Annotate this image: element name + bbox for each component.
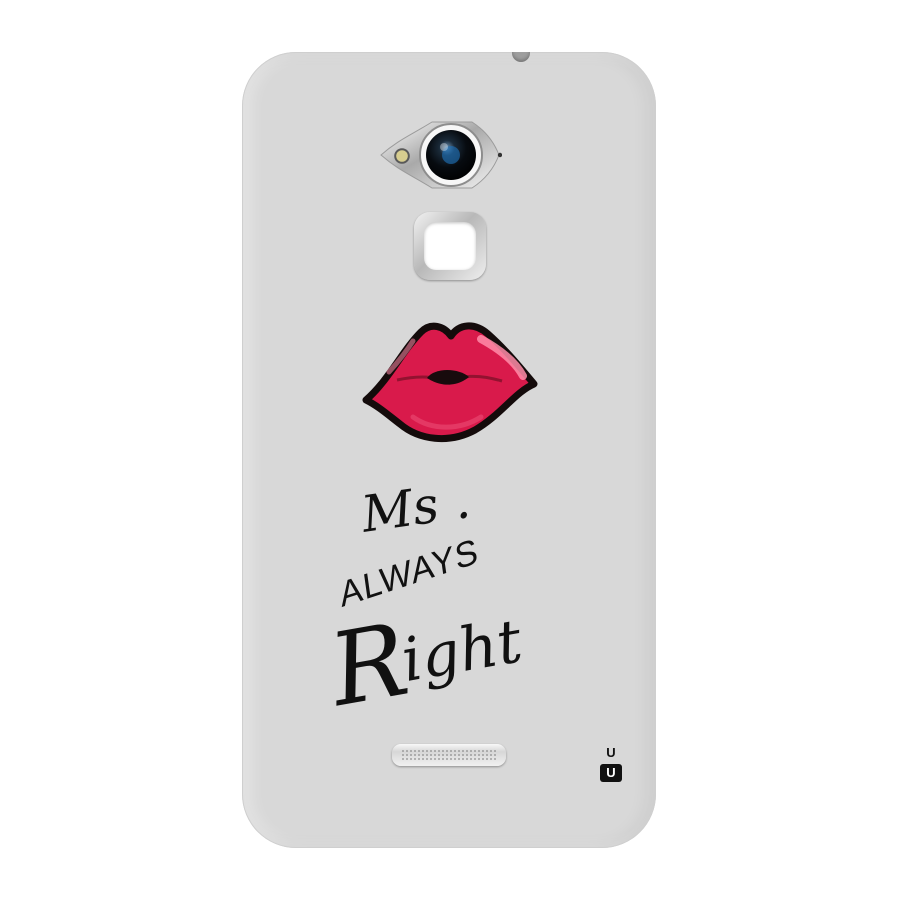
brand-logo-top: U xyxy=(606,745,616,760)
brand-logo-icon: U U xyxy=(600,744,622,784)
slogan: Ms . ALWAYS Right xyxy=(322,471,592,762)
fingerprint-sensor-icon xyxy=(414,212,486,280)
product-image: Ms . ALWAYS Right U U xyxy=(0,0,900,900)
flash-icon xyxy=(394,148,410,164)
fingerprint-sensor-pad xyxy=(424,222,476,270)
phone-case: Ms . ALWAYS Right U U xyxy=(242,52,656,848)
slogan-right-rest: ight xyxy=(396,606,528,697)
slogan-line-right: Right xyxy=(322,589,529,729)
lips-icon xyxy=(362,322,538,443)
speaker-grill-icon xyxy=(392,744,506,766)
top-notch xyxy=(512,52,530,62)
brand-logo-bottom: U xyxy=(600,764,622,782)
camera-icon xyxy=(380,121,502,189)
slogan-line-ms: Ms . xyxy=(357,471,474,544)
